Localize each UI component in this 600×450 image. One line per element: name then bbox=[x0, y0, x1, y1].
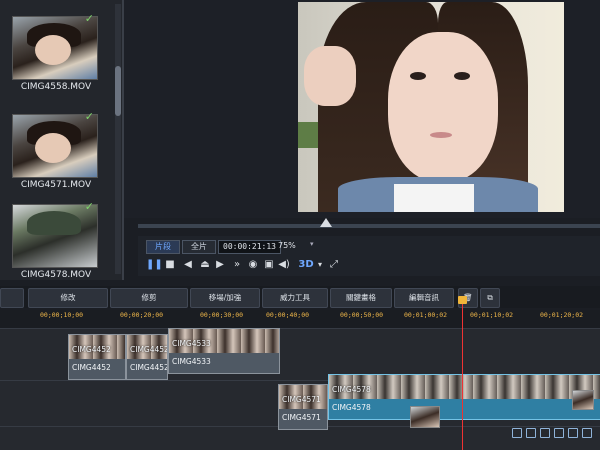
transition-button[interactable]: 移場/加強 bbox=[190, 288, 260, 308]
tab-clip[interactable]: 片段 bbox=[146, 240, 180, 254]
audio-edit-button[interactable]: 編輯音訊 bbox=[394, 288, 454, 308]
timeline-clip[interactable]: CIMG4452 CIMG4452 bbox=[68, 334, 126, 380]
power-tools-button[interactable]: 威力工具 bbox=[262, 288, 328, 308]
playback-controls: 片段 全片 00:00:21:13 75% ▾ ❚❚ ■ ◀ ⏏ ▶ » ◉ ▣… bbox=[138, 236, 600, 276]
clip-label: CIMG4452 bbox=[130, 345, 168, 354]
preview-video bbox=[298, 2, 564, 212]
scrubber-handle[interactable] bbox=[320, 218, 332, 227]
pause-icon[interactable]: ❚❚ bbox=[146, 258, 163, 272]
clip-thumbnail bbox=[12, 16, 98, 80]
ruler-tick: 00;00;50;00 bbox=[340, 311, 384, 319]
toolbar-edge bbox=[0, 288, 24, 308]
magnet-icon[interactable] bbox=[540, 428, 550, 438]
keyframe-button[interactable]: 關鍵畫格 bbox=[330, 288, 392, 308]
edit-button[interactable]: 修改 bbox=[28, 288, 108, 308]
playhead-line bbox=[462, 296, 463, 450]
ruler-tick: 00;00;30;00 bbox=[200, 311, 244, 319]
split-icon[interactable]: ⧉ bbox=[480, 288, 500, 308]
clip-label: CIMG4533 bbox=[172, 339, 211, 348]
step-back-icon[interactable]: ◀ bbox=[182, 258, 194, 272]
trim-button[interactable]: 修剪 bbox=[110, 288, 188, 308]
undock-icon[interactable]: ⤢ bbox=[328, 258, 340, 272]
timeline-clip[interactable]: CIMG4533 CIMG4533 bbox=[168, 328, 280, 374]
ruler-tick: 00;01;10;02 bbox=[470, 311, 514, 319]
clip-name: CIMG4578.MOV bbox=[20, 270, 92, 280]
edit-action-toolbar: 修改 修剪 移場/加強 威力工具 關鍵畫格 編輯音訊 🗑 ⧉ bbox=[0, 286, 600, 308]
ruler-tick: 00;00;20;00 bbox=[120, 311, 164, 319]
clip-label: CIMG4571 bbox=[282, 395, 321, 404]
timeline-clip[interactable]: CIMG4452 CIMG4452 bbox=[126, 334, 168, 380]
chevron-down-icon[interactable]: ▾ bbox=[310, 240, 314, 248]
clip-label: CIMG4452 bbox=[72, 345, 111, 354]
timeline-clip-selected[interactable]: CIMG4578 CIMG4578 bbox=[328, 374, 600, 420]
zoom-in-icon[interactable] bbox=[568, 428, 578, 438]
clip-label: CIMG4452 bbox=[72, 363, 111, 372]
fast-forward-icon[interactable]: » bbox=[230, 258, 244, 272]
eject-icon[interactable]: ⏏ bbox=[198, 258, 212, 272]
timeline-ruler[interactable]: 00;00;10;00 00;00;20;00 00;00;30;00 00;0… bbox=[0, 310, 600, 329]
clip-label: CIMG4452 bbox=[130, 363, 168, 372]
volume-icon[interactable]: ◀) bbox=[278, 258, 290, 272]
clip-thumbnail bbox=[12, 204, 98, 268]
snapshot-icon[interactable]: ◉ bbox=[246, 258, 260, 272]
stop-icon[interactable]: ■ bbox=[164, 258, 176, 272]
check-icon: ✓ bbox=[84, 200, 94, 213]
clip-thumbnail bbox=[12, 114, 98, 178]
ruler-tick: 00;00;10;00 bbox=[40, 311, 84, 319]
monitor-icon[interactable]: ▣ bbox=[262, 258, 276, 272]
monitor-icon[interactable] bbox=[582, 428, 592, 438]
chevron-down-icon[interactable]: ▾ bbox=[316, 258, 324, 272]
ruler-tick: 00;01;20;02 bbox=[540, 311, 584, 319]
zoom-out-icon[interactable] bbox=[554, 428, 564, 438]
step-forward-icon[interactable]: ▶ bbox=[214, 258, 226, 272]
ruler-tick: 00;01;00;02 bbox=[404, 311, 448, 319]
library-scrollbar[interactable] bbox=[115, 4, 121, 274]
timeline-clip[interactable]: CIMG4571 CIMG4571 bbox=[278, 384, 328, 430]
clip-name: CIMG4558.MOV bbox=[20, 82, 92, 92]
fit-icon[interactable] bbox=[512, 428, 522, 438]
media-library-panel: ✓ CIMG4558.MOV ✓ CIMG4571.MOV ✓ CIMG4578… bbox=[0, 0, 124, 280]
clip-label: CIMG4533 bbox=[172, 357, 211, 366]
library-scrollbar-thumb[interactable] bbox=[115, 66, 121, 116]
clip-label: CIMG4578 bbox=[332, 385, 371, 394]
preview-scrubber[interactable] bbox=[138, 224, 600, 228]
clip-thumbnail bbox=[572, 390, 594, 410]
three-d-button[interactable]: 3D bbox=[298, 258, 314, 272]
clip-thumbnail bbox=[410, 406, 440, 428]
clip-label: CIMG4571 bbox=[282, 413, 321, 422]
check-icon: ✓ bbox=[84, 110, 94, 123]
clip-name: CIMG4571.MOV bbox=[20, 180, 92, 190]
timecode-display[interactable]: 00:00:21:13 bbox=[218, 240, 281, 254]
clip-label: CIMG4578 bbox=[332, 403, 371, 412]
grid-icon[interactable] bbox=[526, 428, 536, 438]
playhead-handle[interactable] bbox=[458, 296, 467, 304]
timeline-status-icons bbox=[490, 428, 600, 442]
check-icon: ✓ bbox=[84, 12, 94, 25]
ruler-tick: 00;00;40;00 bbox=[266, 311, 310, 319]
tab-full-movie[interactable]: 全片 bbox=[182, 240, 216, 254]
